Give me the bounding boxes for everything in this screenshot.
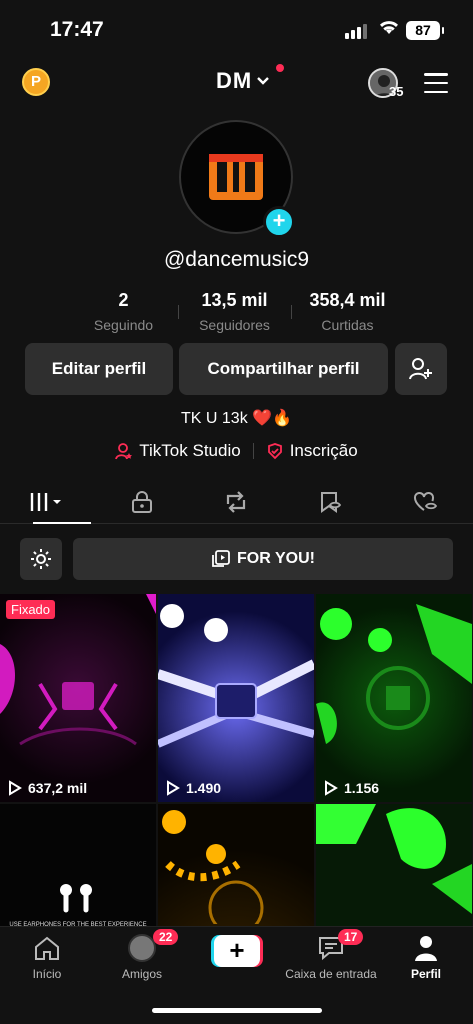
grid-icon: [31, 492, 62, 511]
heart-eye-icon: [413, 491, 437, 511]
nav-profile-label: Perfil: [410, 967, 441, 981]
menu-icon[interactable]: [424, 73, 448, 93]
play-icon: [9, 780, 22, 796]
stat-followers[interactable]: 13,5 mil Seguidores: [179, 290, 291, 333]
stat-label: Curtidas: [321, 317, 374, 333]
play-icon: [167, 780, 180, 796]
add-user-icon: [409, 358, 432, 380]
nav-inbox[interactable]: Caixa de entrada 17: [276, 929, 386, 981]
home-icon: [35, 936, 59, 960]
nav-friends[interactable]: Amigos 22: [97, 929, 187, 981]
thumbnail-art: [316, 604, 472, 744]
profile-icon: [415, 936, 437, 961]
settings-button[interactable]: [20, 538, 62, 580]
stat-likes[interactable]: 358,4 mil Curtidas: [292, 290, 404, 333]
profile-bio: TK U 13k ❤️🔥: [181, 410, 292, 427]
pinned-badge: Fixado: [6, 600, 56, 619]
divider: [252, 443, 254, 459]
view-count-value: 637,2 mil: [28, 780, 88, 796]
playlist-label: FOR YOU!: [237, 550, 315, 567]
video-thumbnail[interactable]: 1.490: [158, 594, 314, 802]
thumbnail-art: [0, 594, 156, 746]
lock-icon: [131, 490, 152, 513]
profile-stats: 2 Seguindo 13,5 mil Seguidores 358,4 mil…: [0, 290, 473, 333]
view-count: 1.490: [166, 780, 221, 796]
stat-following[interactable]: 2 Seguindo: [70, 290, 178, 333]
notification-dot: [276, 64, 285, 72]
bookmark-eye-icon: [321, 491, 342, 513]
play-icon: [325, 780, 338, 796]
add-friend-button[interactable]: [395, 343, 447, 395]
friends-badge: 22: [153, 929, 179, 945]
home-indicator: [152, 1008, 322, 1013]
add-avatar-button[interactable]: +: [263, 206, 295, 238]
inbox-badge: 17: [338, 929, 364, 945]
thumbnail-art: [162, 810, 264, 936]
share-profile-button[interactable]: Compartilhar perfil: [179, 343, 388, 395]
video-thumbnail[interactable]: 1.156: [316, 594, 472, 802]
view-count: 1.156: [324, 780, 379, 796]
earphones-icon: [60, 884, 92, 913]
nav-inbox-label: Caixa de entrada: [285, 967, 377, 981]
nav-home-label: Início: [32, 967, 62, 981]
tab-favorites[interactable]: [284, 480, 379, 523]
subscription-label: Inscrição: [289, 441, 358, 460]
stat-label: Seguidores: [199, 317, 270, 333]
repost-icon: [227, 490, 246, 513]
tab-videos[interactable]: [0, 480, 95, 524]
stat-value: 358,4 mil: [309, 290, 386, 310]
nav-profile[interactable]: Perfil: [381, 933, 471, 981]
plus-icon: +: [214, 935, 260, 967]
username: @dancemusic9: [163, 248, 310, 271]
tiktok-studio-link[interactable]: TikTok Studio: [115, 441, 241, 461]
signal-icon: [345, 24, 367, 39]
account-name: DM: [216, 68, 253, 93]
stat-value: 2: [118, 290, 129, 310]
stat-label: Seguindo: [93, 317, 154, 333]
subscription-link[interactable]: Inscrição: [266, 441, 358, 461]
status-time: 17:47: [50, 18, 104, 41]
playlist-icon: [212, 550, 230, 567]
content-tabs: [0, 480, 473, 524]
chevron-down-icon: [257, 77, 270, 85]
friends-avatar: [128, 934, 156, 962]
coins-icon[interactable]: P: [22, 68, 50, 96]
gear-icon: [31, 549, 51, 569]
battery-indicator: 87: [406, 21, 444, 40]
video-thumbnail[interactable]: Fixado 637,2 mil: [0, 594, 156, 802]
view-count-value: 1.490: [186, 780, 222, 796]
create-button[interactable]: +: [211, 935, 263, 967]
tab-liked[interactable]: [378, 480, 473, 523]
tiktok-studio-label: TikTok Studio: [139, 441, 241, 460]
playlist-for-you[interactable]: FOR YOU!: [73, 538, 453, 580]
account-switcher[interactable]: DM: [216, 64, 285, 94]
subscription-icon: [267, 443, 282, 460]
tab-reposts[interactable]: [189, 480, 284, 523]
view-count: 637,2 mil: [8, 780, 87, 796]
thumbnail-art: [158, 604, 314, 748]
profile-links: TikTok Studio Inscrição: [0, 441, 473, 461]
wifi-icon: [378, 18, 400, 41]
studio-icon: [115, 443, 133, 460]
edit-profile-button[interactable]: Editar perfil: [25, 343, 173, 395]
stat-value: 13,5 mil: [201, 290, 268, 310]
avatar-count: 35: [389, 84, 404, 99]
tab-private[interactable]: [95, 480, 190, 523]
nav-home[interactable]: Início: [2, 933, 92, 981]
nav-friends-label: Amigos: [121, 967, 162, 981]
thumbnail-art: [316, 804, 472, 914]
view-count-value: 1.156: [344, 780, 380, 796]
